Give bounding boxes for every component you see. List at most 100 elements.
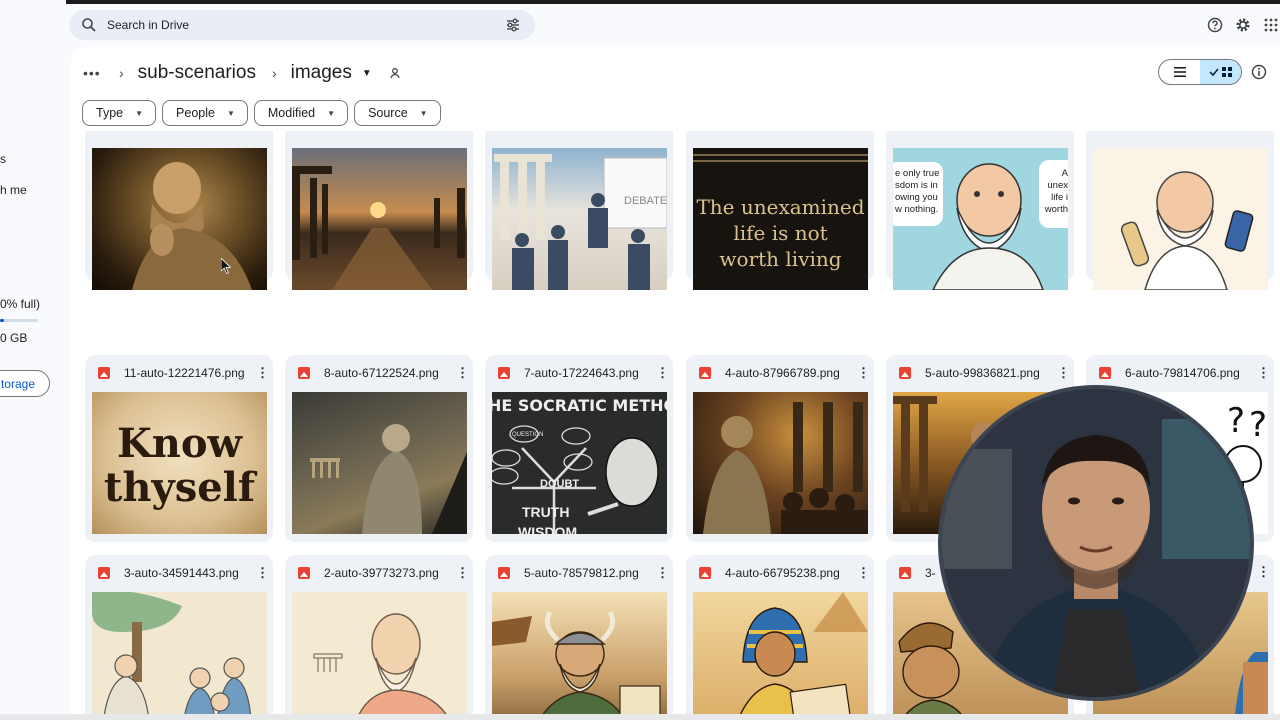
more-actions-icon[interactable]: ⋮ xyxy=(857,366,870,379)
file-card[interactable]: 5-auto-78579812.png ⋮ xyxy=(485,555,673,714)
more-actions-icon[interactable]: ⋮ xyxy=(1257,565,1270,578)
image-thumbnail xyxy=(1093,148,1268,290)
filter-modified-chip[interactable]: Modified ▼ xyxy=(253,100,349,126)
image-thumbnail: Know thyself xyxy=(92,392,267,534)
image-thumbnail xyxy=(693,592,868,714)
image-file-icon xyxy=(899,367,911,379)
image-file-icon xyxy=(899,567,911,579)
file-card[interactable]: The unexamined life is not worth living xyxy=(686,131,874,290)
filter-source-chip[interactable]: Source ▼ xyxy=(354,100,441,126)
file-card[interactable] xyxy=(285,131,473,290)
search-input[interactable]: Search in Drive xyxy=(107,18,505,32)
chip-label: Source xyxy=(368,106,408,120)
file-name: 5-auto-99836821.png xyxy=(925,366,1040,380)
presenter-webcam-overlay xyxy=(938,385,1254,701)
file-card[interactable]: 7-auto-17224643.png ⋮ HE SOCRATIC METHO Q… xyxy=(485,355,673,542)
list-view-icon xyxy=(1173,67,1186,77)
image-file-icon xyxy=(498,567,510,579)
thumb-node-text: TRUTH xyxy=(522,504,570,520)
more-actions-icon[interactable]: ⋮ xyxy=(256,566,269,579)
sidebar: s h me 0% full) 0 GB torage xyxy=(0,0,66,714)
file-card[interactable] xyxy=(85,131,273,290)
more-actions-icon[interactable]: ⋮ xyxy=(656,566,669,579)
settings-gear-icon[interactable] xyxy=(1234,16,1252,34)
chip-label: Type xyxy=(96,106,124,120)
more-actions-icon[interactable]: ⋮ xyxy=(656,366,669,379)
info-icon[interactable] xyxy=(1251,64,1267,80)
chip-label: People xyxy=(176,106,215,120)
folder-menu-caret-icon[interactable]: ▼ xyxy=(362,68,372,79)
file-name: 11-auto-12221476.png xyxy=(124,366,245,380)
image-thumbnail xyxy=(492,592,667,714)
thumb-title-line: Know xyxy=(117,420,242,467)
file-card[interactable]: 3-auto-34591443.png ⋮ xyxy=(85,555,273,714)
grid-view-selected-icon xyxy=(1208,67,1232,77)
more-actions-icon[interactable]: ⋮ xyxy=(1257,366,1270,379)
file-name: 8-auto-67122524.png xyxy=(324,366,439,380)
file-card[interactable]: 2-auto-39773273.png ⋮ xyxy=(285,555,473,714)
quote-line: The unexamined xyxy=(696,195,865,219)
chevron-right-icon: › xyxy=(271,65,277,81)
sidebar-item-shared-fragment[interactable]: h me xyxy=(0,183,27,197)
more-actions-icon[interactable]: ⋮ xyxy=(256,366,269,379)
image-file-icon xyxy=(498,367,510,379)
more-actions-icon[interactable]: ⋮ xyxy=(456,566,469,579)
dropdown-caret-icon: ▼ xyxy=(327,108,336,118)
file-card[interactable]: 11-auto-12221476.png ⋮ Know thyself xyxy=(85,355,273,542)
debate-board-text: DEBATE xyxy=(624,195,667,207)
file-name: 4-auto-66795238.png xyxy=(725,566,840,580)
file-name: 6-auto-79814706.png xyxy=(1125,366,1240,380)
breadcrumb-more-icon[interactable]: ••• xyxy=(83,65,103,81)
image-thumbnail: HE SOCRATIC METHO QUESTION DOUBT TRUTH W… xyxy=(492,392,667,534)
file-card[interactable]: DEBATE xyxy=(485,131,673,290)
thumb-node-text: WISDOM xyxy=(518,524,578,534)
file-card[interactable]: 4-auto-66795238.png ⋮ xyxy=(686,555,874,714)
image-file-icon xyxy=(98,367,110,379)
search-options-icon[interactable] xyxy=(505,17,521,33)
chip-label: Modified xyxy=(267,106,316,120)
image-file-icon xyxy=(298,567,310,579)
breadcrumb-parent-folder[interactable]: sub-scenarios xyxy=(138,62,256,84)
file-name: 7-auto-17224643.png xyxy=(524,366,639,380)
list-view-button[interactable] xyxy=(1159,60,1200,84)
image-file-icon xyxy=(1099,367,1111,379)
svg-text:?: ? xyxy=(1249,405,1267,445)
chevron-right-icon: › xyxy=(119,65,124,81)
mouse-cursor-icon xyxy=(221,258,231,274)
file-name: 3-auto-34591443.png xyxy=(124,566,239,580)
image-thumbnail xyxy=(292,592,467,714)
thumb-heading: HE SOCRATIC METHO xyxy=(492,396,667,415)
breadcrumb: ••• › sub-scenarios › images ▼ xyxy=(83,61,402,85)
file-card[interactable]: e only true sdom is in owing you w nothi… xyxy=(886,131,1074,290)
image-thumbnail: e only true sdom is in owing you w nothi… xyxy=(893,148,1068,290)
file-name: 4-auto-87966789.png xyxy=(725,366,840,380)
image-thumbnail xyxy=(92,592,267,714)
file-name: 5-auto-78579812.png xyxy=(524,566,639,580)
help-icon[interactable] xyxy=(1206,16,1224,34)
quote-line: worth living xyxy=(719,247,842,271)
more-actions-icon[interactable]: ⋮ xyxy=(1057,366,1070,379)
image-thumbnail: DEBATE xyxy=(492,148,667,290)
view-toggle xyxy=(1158,59,1242,85)
storage-total-text: 0 GB xyxy=(0,331,28,345)
thumb-bubble-text: QUESTION xyxy=(512,432,544,438)
quote-line: life is not xyxy=(733,221,828,245)
storage-usage-text: 0% full) xyxy=(0,297,41,311)
sidebar-item-fragment[interactable]: s xyxy=(0,152,6,166)
file-name: 2-auto-39773273.png xyxy=(324,566,439,580)
more-actions-icon[interactable]: ⋮ xyxy=(857,566,870,579)
thumb-node-text: DOUBT xyxy=(540,478,580,490)
file-card[interactable]: 4-auto-87966789.png ⋮ xyxy=(686,355,874,542)
get-more-storage-button[interactable]: torage xyxy=(0,370,50,397)
shared-folder-icon xyxy=(390,68,400,79)
breadcrumb-current-folder[interactable]: images xyxy=(291,62,352,84)
filter-type-chip[interactable]: Type ▼ xyxy=(82,100,157,126)
file-card[interactable] xyxy=(1086,131,1274,290)
file-card[interactable]: 8-auto-67122524.png ⋮ xyxy=(285,355,473,542)
filter-people-chip[interactable]: People ▼ xyxy=(162,100,248,126)
svg-text:?: ? xyxy=(1227,401,1245,441)
grid-view-button[interactable] xyxy=(1200,60,1241,84)
more-actions-icon[interactable]: ⋮ xyxy=(456,366,469,379)
apps-grid-icon[interactable] xyxy=(1262,16,1280,34)
search-bar[interactable]: Search in Drive xyxy=(69,10,535,40)
